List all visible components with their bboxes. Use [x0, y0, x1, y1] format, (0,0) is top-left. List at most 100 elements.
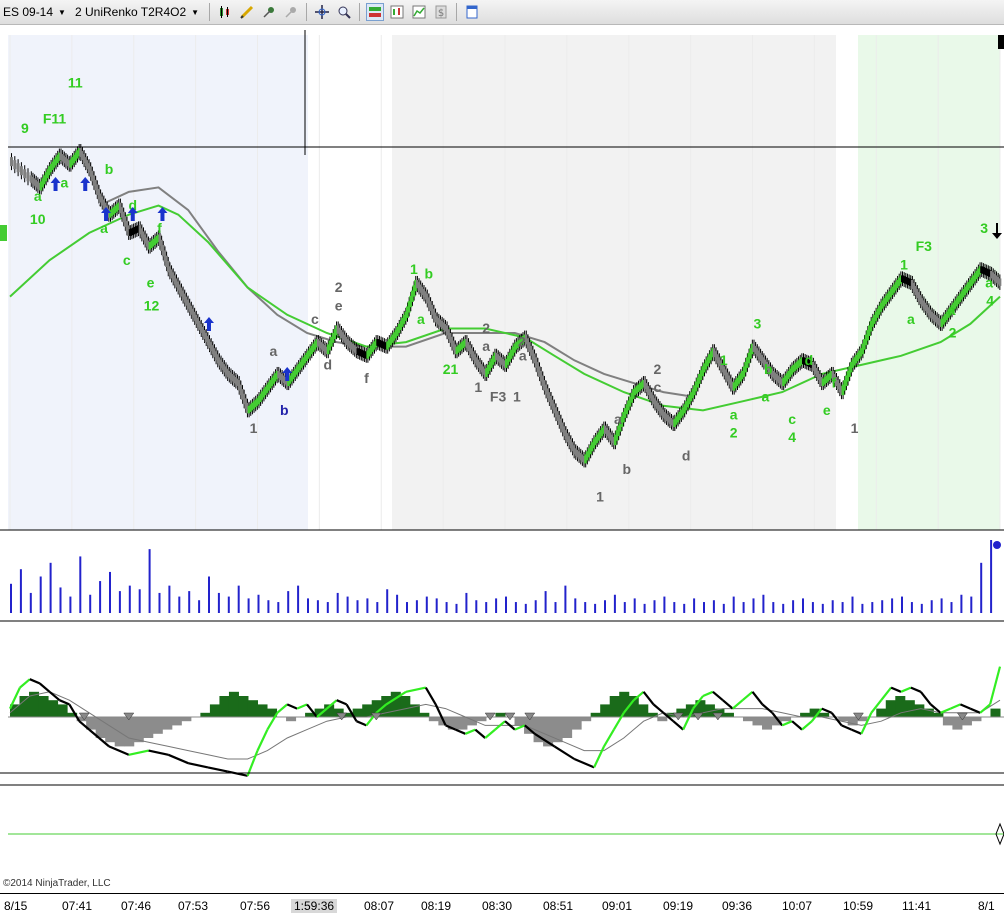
macd-histogram-bar [942, 717, 953, 726]
volume-bar [346, 596, 349, 613]
volume-bar [475, 600, 478, 613]
macd-line [108, 745, 130, 756]
x-tick-label: 08:19 [421, 899, 452, 913]
wave-label: c [123, 252, 131, 268]
macd-histogram-bar [514, 717, 525, 726]
volume-bar [514, 602, 517, 613]
macd-histogram-bar [171, 717, 182, 726]
volume-bar [297, 585, 300, 613]
chart-toolbar: ES 09-14 ▼ 2 UniRenko T2R4O2 ▼ $ [0, 0, 1004, 25]
wave-label: a [100, 220, 108, 236]
svg-text:$: $ [438, 8, 444, 19]
macd-histogram-bar [762, 717, 773, 730]
wave-label: a [269, 343, 277, 359]
pencil-icon[interactable] [238, 3, 256, 21]
chart-trader-icon[interactable] [388, 3, 406, 21]
wave-label: b [280, 402, 289, 418]
data-box-icon[interactable] [410, 3, 428, 21]
pin-disabled-icon[interactable] [282, 3, 300, 21]
volume-bar [841, 602, 844, 613]
macd-line [672, 720, 684, 731]
volume-bar [376, 602, 379, 613]
macd-histogram-bar [162, 717, 173, 730]
volume-bar [524, 603, 527, 613]
macd-histogram-bar [600, 704, 611, 717]
volume-bar [326, 602, 329, 613]
renko-brick [19, 166, 23, 176]
period-selector[interactable]: 2 UniRenko T2R4O2 [72, 5, 189, 19]
wave-label: 1 [513, 388, 521, 404]
volume-bar [109, 571, 111, 613]
macd-histogram-bar [562, 717, 573, 738]
wave-label: a [907, 311, 915, 327]
shade-afternoon [858, 35, 1000, 530]
macd-histogram-bar [904, 700, 915, 717]
properties-icon[interactable] [463, 3, 481, 21]
macd-histogram-bar [895, 696, 906, 717]
macd-line [227, 770, 248, 777]
wave-label: a [417, 311, 425, 327]
volume-bar [752, 598, 755, 613]
volume-bar [19, 569, 22, 613]
volume-bar [386, 589, 389, 613]
volume-bar [29, 592, 32, 613]
dollar-icon[interactable]: $ [432, 3, 450, 21]
macd-histogram-bar [48, 700, 59, 717]
volume-bar [415, 600, 418, 613]
macd-line [791, 720, 803, 731]
period-dropdown-icon[interactable]: ▼ [191, 8, 199, 17]
macd-line [29, 678, 41, 685]
macd-histogram-bar [876, 708, 887, 717]
volume-bar [663, 596, 666, 613]
instrument-selector[interactable]: ES 09-14 [0, 5, 56, 19]
macd-histogram-bar [362, 704, 373, 717]
candlestick-icon[interactable] [216, 3, 234, 21]
renko-brick [16, 163, 20, 173]
pin-icon[interactable] [260, 3, 278, 21]
volume-bar [871, 602, 874, 613]
macd-line [19, 678, 31, 689]
macd-histogram-bar [19, 696, 30, 717]
volume-bar [821, 603, 824, 613]
volume-bar [495, 598, 498, 613]
macd-line [484, 728, 496, 739]
order-panel-icon[interactable] [366, 3, 385, 21]
macd-line [256, 729, 269, 752]
wave-label: 9 [21, 120, 29, 136]
volume-panel [10, 540, 1001, 613]
macd-line [851, 728, 862, 735]
macd-line [573, 757, 595, 769]
macd-line [286, 703, 298, 710]
macd-line [464, 728, 476, 735]
volume-bar [396, 594, 399, 613]
macd-histogram-bar [181, 717, 192, 722]
macd-line [148, 749, 169, 756]
macd-histogram-bar [209, 704, 220, 717]
wave-label: a [761, 388, 769, 404]
volume-bar [722, 603, 725, 613]
wave-label: F3 [916, 238, 933, 254]
volume-bar [138, 589, 141, 613]
macd-histogram-bar [219, 696, 230, 717]
macd-histogram-bar [742, 717, 753, 722]
macd-histogram-bar [152, 717, 163, 734]
instrument-dropdown-icon[interactable]: ▼ [58, 8, 66, 17]
zoom-icon[interactable] [335, 3, 353, 21]
volume-bar [653, 600, 656, 613]
volume-bar [732, 596, 735, 613]
wave-label: 4 [986, 293, 994, 309]
macd-histogram-bar [638, 704, 649, 717]
renko-brick [13, 160, 17, 170]
macd-histogram-bar [952, 717, 963, 730]
macd-line [553, 745, 575, 760]
wave-label: 2 [335, 279, 343, 295]
macd-line [296, 703, 308, 710]
time-axis[interactable]: 8/15 07:41 07:46 07:53 07:56 1:59:36 08:07 08:1… [0, 893, 1004, 921]
macd-line [781, 720, 793, 727]
wave-label: 2 [949, 325, 957, 341]
wave-label: 1 [410, 261, 418, 277]
chart-canvas[interactable]: 9F1111aa10badcfe12a1bc2edf1 ba212a1F3 12a2… [0, 25, 1004, 893]
crosshair-icon[interactable] [313, 3, 331, 21]
macd-line [48, 690, 61, 702]
volume-bar [208, 576, 210, 613]
